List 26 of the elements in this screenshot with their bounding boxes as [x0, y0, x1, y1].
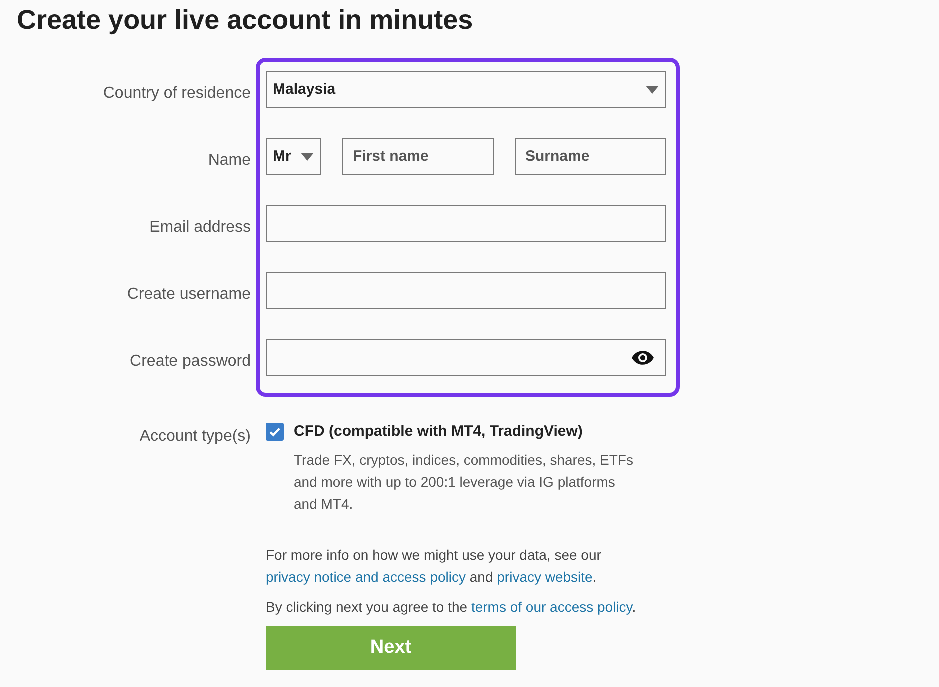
- notice-text: By clicking next you agree to the terms of our access policy.: [266, 598, 638, 617]
- next-button[interactable]: Next: [266, 626, 516, 670]
- policy-link[interactable]: privacy notice and access policy: [266, 569, 466, 585]
- page-title: Create your live account in minutes: [16, 4, 474, 35]
- caret-icon: [301, 152, 314, 160]
- checkbox[interactable]: [266, 423, 284, 441]
- input-field[interactable]: [266, 272, 666, 309]
- notice-text: For more info on how we might use your data, see our privacy notice and access policy and privacy website.: [266, 546, 602, 587]
- caret-icon: [646, 86, 659, 94]
- field-label: Create username: [127, 286, 251, 304]
- field-label: Email address: [150, 219, 251, 237]
- surname-field[interactable]: Surname: [514, 138, 666, 175]
- policy-link[interactable]: terms of our access policy: [471, 599, 632, 615]
- eye-icon[interactable]: [632, 350, 654, 364]
- country-select[interactable]: Malaysia: [266, 71, 666, 108]
- field-label: Account type(s): [140, 428, 251, 446]
- field-label: Name: [208, 152, 251, 170]
- password-field[interactable]: [266, 339, 666, 376]
- field-label: Create password: [130, 353, 251, 371]
- field-label: Country of residence: [103, 85, 251, 103]
- title-select[interactable]: Mr: [266, 138, 321, 175]
- option-title: CFD (compatible with MT4, TradingView): [294, 422, 583, 442]
- option-description: Trade FX, cryptos, indices, commodities, shares, ETFs and more with up to 200:1 leverage via IG platforms and MT4.: [294, 451, 634, 514]
- policy-link[interactable]: privacy website: [497, 569, 593, 585]
- first-name-field[interactable]: First name: [342, 138, 494, 175]
- input-field[interactable]: [266, 205, 666, 242]
